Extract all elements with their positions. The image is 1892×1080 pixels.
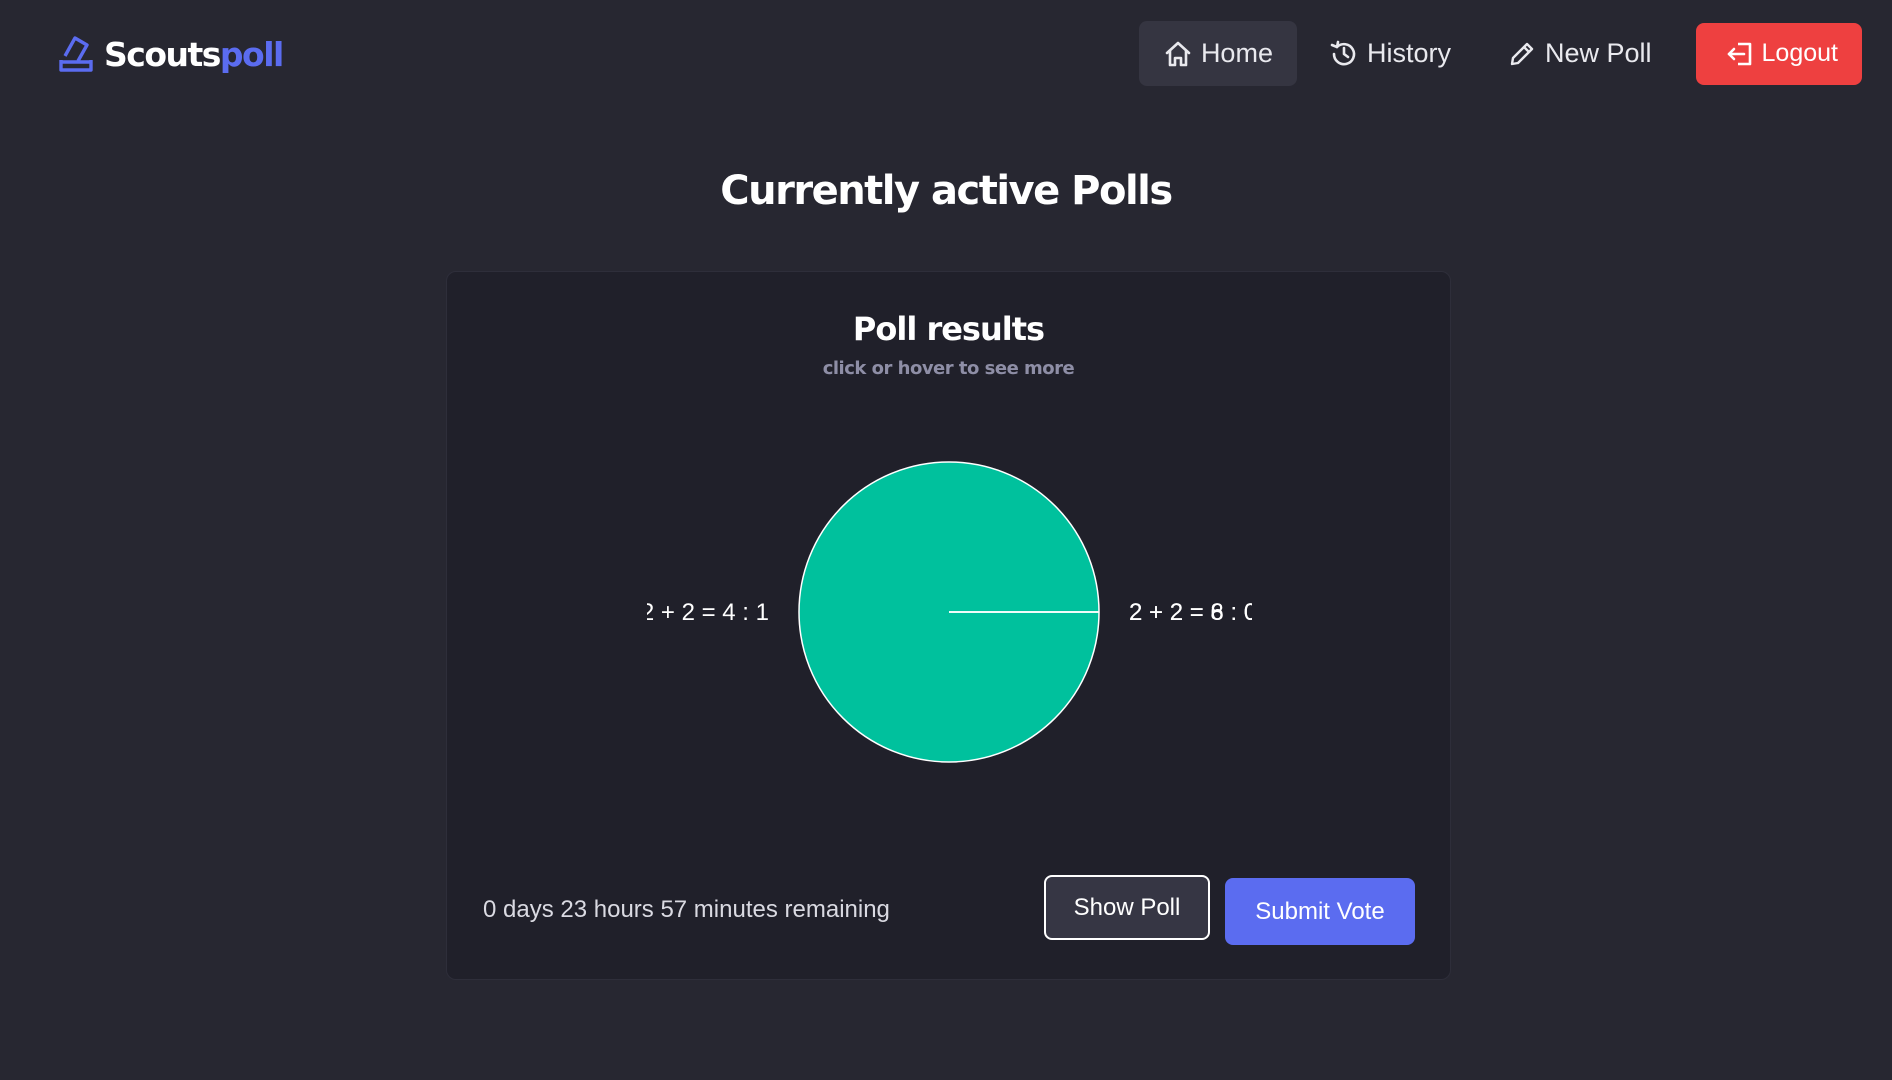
nav-item-label: Home (1200, 38, 1273, 68)
poll-pie-chart[interactable]: 2 + 2 = 4 : 12 + 2 = 6 : 02 + 2 = 8 : 0 (647, 427, 1252, 767)
ballot-box-icon (58, 34, 94, 74)
show-poll-button[interactable]: Show Poll (1044, 875, 1210, 940)
pie-slice-label: 2 + 2 = 4 : 1 (647, 599, 769, 626)
brand-name: Scoutspoll (104, 34, 284, 74)
nav-item-label: New Poll (1544, 38, 1652, 68)
submit-vote-button[interactable]: Submit Vote (1225, 878, 1415, 945)
poll-results-hint: click or hover to see more (822, 358, 1075, 379)
brand-name-part2: poll (219, 34, 284, 74)
home-icon (1163, 39, 1193, 69)
page-title: Currently active Polls (720, 168, 1173, 214)
poll-pie-chart-wrapper[interactable]: 2 + 2 = 4 : 12 + 2 = 6 : 02 + 2 = 8 : 0 (647, 427, 1252, 767)
time-remaining: 0 days 23 hours 57 minutes remaining (483, 896, 890, 923)
nav-item-label: History (1366, 38, 1451, 68)
nav-item-new-poll[interactable]: New Poll (1483, 21, 1676, 86)
logout-label: Logout (1761, 39, 1838, 67)
brand-logo[interactable]: Scoutspoll (58, 32, 284, 76)
history-icon (1329, 39, 1359, 69)
brand-name-part1: Scouts (104, 34, 221, 74)
poll-card: Poll results click or hover to see more … (446, 271, 1451, 980)
logout-icon (1724, 38, 1756, 70)
nav-item-home[interactable]: Home (1138, 21, 1297, 86)
pencil-icon (1507, 39, 1537, 69)
pie-slice-label: 2 + 2 = 8 : 0 (1129, 599, 1252, 626)
poll-results-title: Poll results (852, 310, 1045, 348)
nav-menu: Home History New Poll Logout (1131, 21, 1862, 86)
nav-item-history[interactable]: History (1305, 21, 1475, 86)
logout-button[interactable]: Logout (1695, 22, 1862, 85)
navbar: Scoutspoll Home History New Poll Logout (0, 0, 1892, 108)
